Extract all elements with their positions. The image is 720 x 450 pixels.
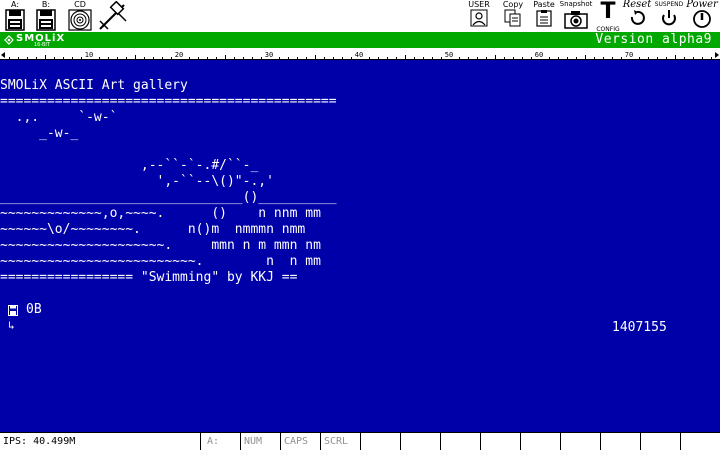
status-cell <box>400 433 440 450</box>
status-cell <box>440 433 480 450</box>
brand-bar: SMOLiX 16-BIT Version alpha9 <box>0 32 720 48</box>
config-t-icon: T <box>600 0 616 24</box>
status-cell <box>680 433 720 450</box>
smolix-logo: SMOLiX 16-BIT <box>2 33 64 48</box>
status-cell <box>360 433 400 450</box>
ruler-scale: 10 20 30 40 50 60 70 <box>0 51 720 60</box>
drive-b-label: B: <box>41 0 51 9</box>
column-ruler: 10 20 30 40 50 60 70 <box>0 48 720 60</box>
cd-drive-label: CD <box>74 0 86 9</box>
num-lock-indicator: NUM <box>240 433 280 450</box>
power-label: Power <box>686 0 718 10</box>
ruler-mark-label: 40 <box>355 51 363 59</box>
network-button[interactable] <box>97 0 129 32</box>
ruler-mark-label: 60 <box>535 51 543 59</box>
drive-status-label: A: <box>207 436 220 447</box>
user-button[interactable]: USER <box>465 0 493 32</box>
status-cell <box>600 433 640 450</box>
user-icon <box>470 9 488 27</box>
top-toolbar: A: B: CD USER Copy Paste Snapshot T CONF… <box>0 0 720 33</box>
status-bar: IPS: 40.499M A: NUM CAPS SCRL <box>0 432 720 450</box>
terminal-line: ================= "Swimming" by KKJ == <box>0 270 298 285</box>
user-label: USER <box>468 0 490 9</box>
drive-b-button[interactable]: B: <box>33 0 59 32</box>
camera-icon <box>564 11 588 29</box>
reset-label: Reset <box>622 0 652 10</box>
scroll-lock-indicator: SCRL <box>320 433 360 450</box>
terminal-line: ',-``--\()"-.,' <box>0 174 274 189</box>
copy-icon <box>504 9 521 27</box>
config-button[interactable]: T CONFIG <box>594 0 622 33</box>
suspend-icon <box>662 10 676 26</box>
network-plug-icon <box>99 1 127 30</box>
clipboard-paste-icon <box>536 10 552 27</box>
ruler-mark-label: 30 <box>265 51 273 59</box>
ips-readout: IPS: 40.499M <box>3 436 76 447</box>
ruler-mark-label: 20 <box>175 51 183 59</box>
floppy-drive-icon <box>36 9 56 31</box>
terminal-line: .,. `-w-` <box>0 110 118 125</box>
status-cell <box>560 433 600 450</box>
prompt-arrow-icon: ↳ <box>8 319 15 332</box>
reset-button[interactable]: Reset <box>622 0 652 32</box>
terminal-screen[interactable]: SMOLiX ASCII Art gallery ================… <box>0 60 720 432</box>
power-button[interactable]: Power <box>686 0 718 32</box>
status-cell <box>520 433 560 450</box>
snapshot-label: Snapshot <box>559 0 593 8</box>
ruler-mark-label: 10 <box>85 51 93 59</box>
paste-button[interactable]: Paste <box>530 0 558 32</box>
ruler-mark-label: 50 <box>445 51 453 59</box>
terminal-text: SMOLiX ASCII Art gallery ================… <box>0 78 337 286</box>
counter-value: 1407155 <box>612 320 667 335</box>
terminal-line: ~~~~~~~~~~~~~,o,~~~~. () n nnm mm <box>0 206 321 221</box>
drive-label: 0B <box>26 302 42 317</box>
terminal-line: ,--``-`-.#/``-_ <box>0 158 259 173</box>
status-cell <box>640 433 680 450</box>
ruler-right-arrow-icon <box>715 52 719 58</box>
caps-lock-indicator: CAPS <box>280 433 320 450</box>
power-icon <box>693 10 711 28</box>
copy-button[interactable]: Copy <box>500 0 526 32</box>
drive-a-label: A: <box>10 0 20 9</box>
copy-label: Copy <box>502 0 524 9</box>
terminal-line: ~~~~~~\o/~~~~~~~~. n()m nmmmn nmm <box>0 222 306 237</box>
ruler-mark-label: 70 <box>625 51 633 59</box>
terminal-line: ~~~~~~~~~~~~~~~~~~~~~~~~~. n n mm <box>0 254 321 269</box>
logo-mark-icon <box>4 35 14 45</box>
terminal-line: ~~~~~~~~~~~~~~~~~~~~~. mmn n m mmn nm <box>0 238 321 253</box>
version-label: Version alpha9 <box>595 32 712 47</box>
reset-arrow-icon <box>630 10 645 25</box>
disk-icon <box>8 305 18 316</box>
ruler-left-arrow-icon <box>1 52 5 58</box>
paste-label: Paste <box>533 0 555 9</box>
cd-disc-icon <box>68 9 92 31</box>
suspend-button[interactable]: SUSPEND <box>652 0 686 32</box>
terminal-line: _______________________________()_______… <box>0 190 337 205</box>
drive-a-button[interactable]: A: <box>2 0 28 32</box>
cd-drive-button[interactable]: CD <box>66 0 94 32</box>
terminal-line: ========================================… <box>0 94 337 109</box>
drive-status: A: <box>200 433 240 450</box>
snapshot-button[interactable]: Snapshot <box>558 0 594 32</box>
status-cell <box>480 433 520 450</box>
floppy-drive-icon <box>5 9 25 31</box>
terminal-line: SMOLiX ASCII Art gallery <box>0 78 188 93</box>
terminal-line: _-w-_ <box>0 126 79 141</box>
suspend-label: SUSPEND <box>654 1 684 8</box>
